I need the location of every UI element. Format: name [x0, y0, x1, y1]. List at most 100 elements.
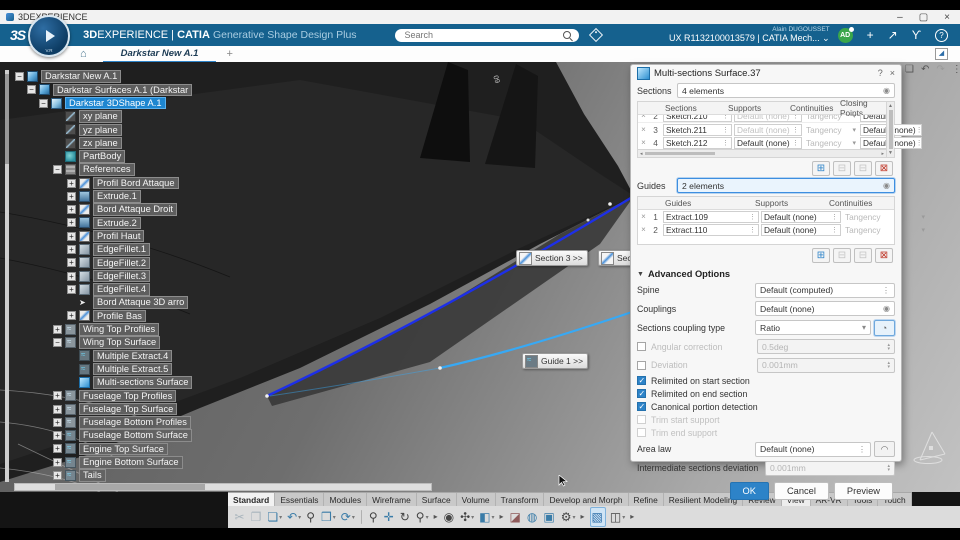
continuity-cell[interactable]: Tangency ▾: [803, 125, 859, 135]
tree-item-label[interactable]: Fuselage Bottom Surface: [79, 429, 192, 442]
overflow-arrow-icon[interactable]: ▸: [579, 508, 586, 526]
search-icon[interactable]: [562, 31, 571, 39]
tree-item[interactable]: + EdgeFillet.3: [12, 269, 192, 283]
support-cell[interactable]: Default (none) ⋮: [734, 115, 802, 122]
undo-icon[interactable]: ↶ ▾: [286, 508, 302, 526]
workspace-selector[interactable]: UX R1132100013579 | CATIA Mech... ⌄: [669, 34, 830, 43]
section-handle-label[interactable]: Section 3 >>: [516, 250, 588, 266]
tree-item[interactable]: + EdgeFillet.1: [12, 243, 192, 256]
tree-expander-icon[interactable]: +: [53, 404, 62, 414]
maximize-button[interactable]: ▢: [919, 12, 928, 23]
add-row-icon[interactable]: ⊞: [812, 248, 830, 263]
ribbon-tab[interactable]: Transform: [496, 493, 545, 506]
tree-item[interactable]: + EdgeFillet.4: [12, 283, 192, 296]
tree-horizontal-scrollbar[interactable]: [14, 483, 432, 491]
share-icon[interactable]: ↗: [888, 28, 898, 42]
tree-item[interactable]: + Wing Top Profiles: [12, 323, 192, 336]
tree-expander-icon[interactable]: −: [53, 338, 62, 348]
tree-expander-icon[interactable]: +: [53, 471, 62, 481]
continuity-cell[interactable]: Tangency ▾: [803, 115, 859, 121]
angular-correction-field[interactable]: 0.5deg ▴ ▾: [757, 339, 895, 354]
tree-item[interactable]: PartBody: [12, 150, 192, 163]
tree-item[interactable]: + Profile Bas: [12, 309, 192, 323]
add-row-icon[interactable]: ⊞: [812, 161, 830, 176]
tree-item-label[interactable]: Extrude.1: [93, 190, 141, 203]
tree-item[interactable]: + EdgeFillet.2: [12, 256, 192, 270]
advanced-options-header[interactable]: ▼ Advanced Options: [637, 269, 895, 279]
tree-item-label[interactable]: Profile Bas: [93, 309, 146, 323]
tree-item-label[interactable]: Darkstar Surfaces A.1 (Darkstar: [53, 83, 193, 97]
tree-expander-icon[interactable]: −: [39, 98, 48, 108]
toolbar-separator[interactable]: [361, 510, 363, 524]
tree-item[interactable]: yz plane: [12, 123, 192, 137]
tree-item[interactable]: + Profil Haut: [12, 229, 192, 243]
tree-item[interactable]: xy plane: [12, 110, 192, 123]
tree-expander-icon[interactable]: −: [15, 72, 24, 82]
tree-item-label[interactable]: Extrude.2: [93, 216, 141, 230]
tree-item[interactable]: − Darkstar Surfaces A.1 (Darkstar: [12, 83, 193, 97]
canonical-detection-checkbox[interactable]: [637, 402, 646, 411]
delete-row-icon[interactable]: ×: [638, 138, 649, 147]
iso-view-icon[interactable]: ◧ ▾: [478, 508, 495, 526]
tree-expander-icon[interactable]: +: [53, 417, 62, 427]
add-content-icon[interactable]: +: [867, 28, 874, 42]
dialog-close-icon[interactable]: ×: [890, 68, 895, 78]
tree-item-label[interactable]: Profil Haut: [93, 229, 145, 243]
continuity-cell[interactable]: Tangency ▾: [842, 212, 928, 222]
cancel-button[interactable]: Cancel: [773, 481, 829, 500]
globe-settings-icon[interactable]: ◍: [526, 508, 539, 526]
deviation-checkbox[interactable]: [637, 360, 646, 370]
select-mode-icon[interactable]: ▧: [589, 507, 606, 527]
tree-item-label[interactable]: Bord Attaque 3D arro: [93, 296, 189, 309]
tree-expander-icon[interactable]: +: [53, 444, 62, 454]
tree-item-label[interactable]: Fuselage Top Profiles: [79, 389, 177, 403]
tree-item-label[interactable]: Wing Top Profiles: [79, 323, 160, 336]
tree-expander-icon[interactable]: +: [67, 205, 76, 215]
tree-item[interactable]: Multi-sections Surface: [12, 376, 193, 389]
tree-expander-icon[interactable]: −: [53, 165, 62, 175]
table-vertical-scrollbar[interactable]: ▲ ▼: [886, 102, 894, 157]
tree-item[interactable]: Multiple Extract.4: [12, 349, 192, 363]
guides-field[interactable]: 2 elements ◉: [677, 178, 895, 193]
tree-item-label[interactable]: EdgeFillet.3: [93, 269, 151, 283]
overflow-arrow-icon[interactable]: ▸: [629, 508, 636, 526]
tree-item[interactable]: + Fuselage Top Surface: [12, 402, 192, 416]
gear-icon[interactable]: ⚙ ▾: [560, 508, 577, 526]
tree-item[interactable]: + Bord Attaque Droit: [12, 203, 192, 216]
support-cell[interactable]: Default (none) ⋮: [734, 123, 802, 136]
help-icon[interactable]: ?: [935, 28, 948, 42]
tree-item[interactable]: + Fuselage Bottom Surface: [12, 429, 192, 442]
support-cell[interactable]: Default (none) ⋮: [761, 210, 841, 223]
ribbon-tab[interactable]: Volume: [457, 493, 496, 506]
page-icon[interactable]: ❏: [905, 64, 914, 75]
tree-vertical-scrollbar[interactable]: [5, 70, 9, 482]
tree-expander-icon[interactable]: +: [53, 431, 62, 441]
coupling-type-select[interactable]: Ratio ▾: [755, 320, 871, 335]
tree-item-label[interactable]: Tails: [79, 469, 106, 482]
hide-show-icon[interactable]: ◫ ▾: [609, 508, 626, 526]
angular-correction-checkbox[interactable]: [637, 342, 646, 351]
tree-item-label[interactable]: Fuselage Top Surface: [79, 402, 178, 416]
trim-start-checkbox[interactable]: [637, 415, 646, 424]
tree-item-label[interactable]: Darkstar New A.1: [41, 70, 122, 83]
tree-item-label[interactable]: xy plane: [79, 110, 122, 123]
tree-expander-icon[interactable]: +: [67, 245, 76, 254]
law-curve-icon[interactable]: ◠: [874, 441, 895, 457]
3d-compass[interactable]: V.R: [28, 15, 70, 57]
area-law-field[interactable]: Default (none) ⋮: [755, 441, 871, 457]
tree-item[interactable]: + Tails: [12, 469, 192, 482]
section-cell[interactable]: Sketch.211 ⋮: [663, 123, 732, 136]
tree-item-label[interactable]: Bord Attaque Droit: [93, 203, 177, 216]
pan-icon[interactable]: ✛: [383, 508, 396, 526]
tree-expander-icon[interactable]: +: [67, 258, 76, 268]
tree-item[interactable]: + Profil Bord Attaque: [12, 176, 192, 190]
tree-item[interactable]: + Engine Bottom Surface: [12, 456, 192, 469]
tree-item-label[interactable]: Multiple Extract.4: [93, 349, 173, 363]
coupling-law-icon[interactable]: ◔: [874, 319, 895, 336]
zoom-area-icon[interactable]: ⚲: [305, 508, 317, 526]
insert-before-icon[interactable]: ⊟: [833, 248, 851, 263]
tree-expander-icon[interactable]: +: [67, 271, 76, 281]
undo-icon[interactable]: ↶: [921, 64, 929, 75]
tree-expander-icon[interactable]: +: [67, 218, 76, 228]
tree-item-label[interactable]: References: [79, 163, 135, 176]
